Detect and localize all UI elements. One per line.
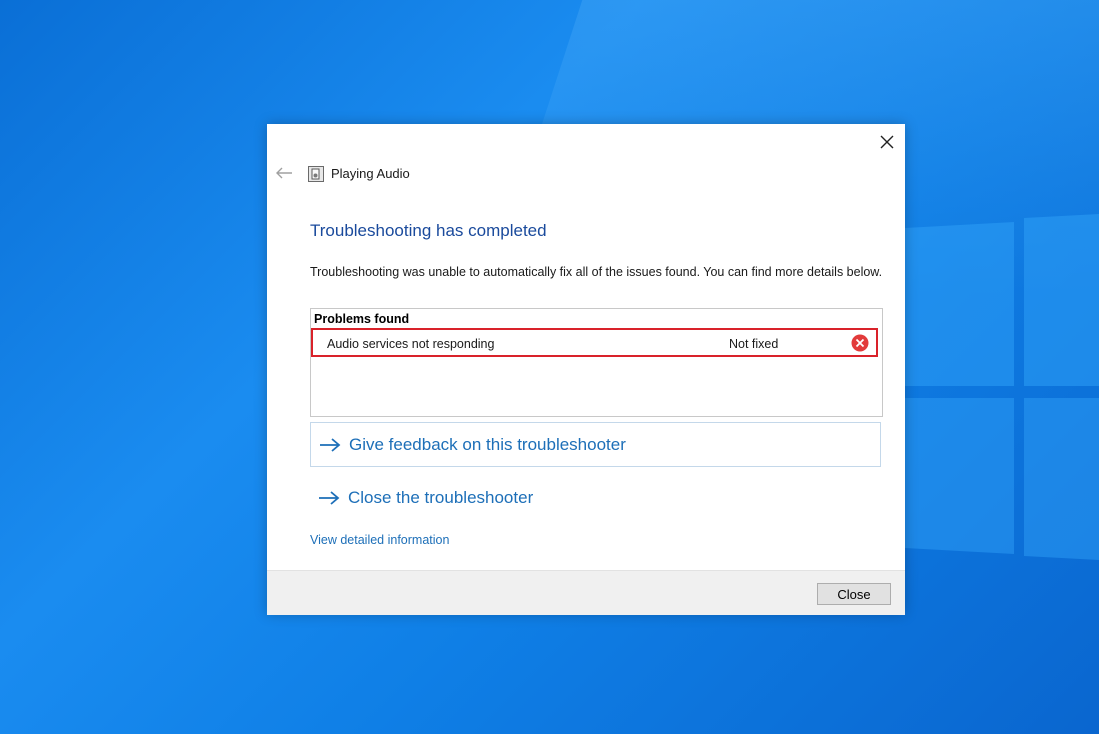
problems-list: Problems found Audio services not respon… [310, 308, 883, 417]
arrow-right-icon [319, 490, 340, 505]
view-detailed-information-link[interactable]: View detailed information [310, 532, 449, 548]
problem-status: Not fixed [729, 337, 779, 351]
close-troubleshooter-label: Close the troubleshooter [348, 487, 534, 507]
close-window-button[interactable] [875, 130, 899, 154]
result-description: Troubleshooting was unable to automatica… [310, 265, 883, 279]
close-troubleshooter-link[interactable]: Close the troubleshooter [310, 475, 881, 520]
give-feedback-link[interactable]: Give feedback on this troubleshooter [310, 422, 881, 467]
page-title: Troubleshooting has completed [310, 221, 547, 240]
problem-row[interactable]: Audio services not responding Not fixed [311, 328, 878, 357]
arrow-right-icon [320, 437, 341, 452]
back-arrow-icon[interactable] [275, 166, 293, 180]
give-feedback-label: Give feedback on this troubleshooter [349, 434, 626, 454]
error-circle-icon [851, 334, 869, 352]
close-icon [880, 135, 894, 149]
app-title: Playing Audio [331, 166, 410, 181]
problem-name: Audio services not responding [327, 337, 495, 351]
dialog-footer: Close [267, 570, 905, 615]
close-button[interactable]: Close [817, 583, 891, 605]
speaker-app-icon [308, 166, 324, 182]
problems-header: Problems found [314, 312, 410, 326]
troubleshooter-dialog: Playing Audio Troubleshooting has comple… [267, 124, 905, 615]
